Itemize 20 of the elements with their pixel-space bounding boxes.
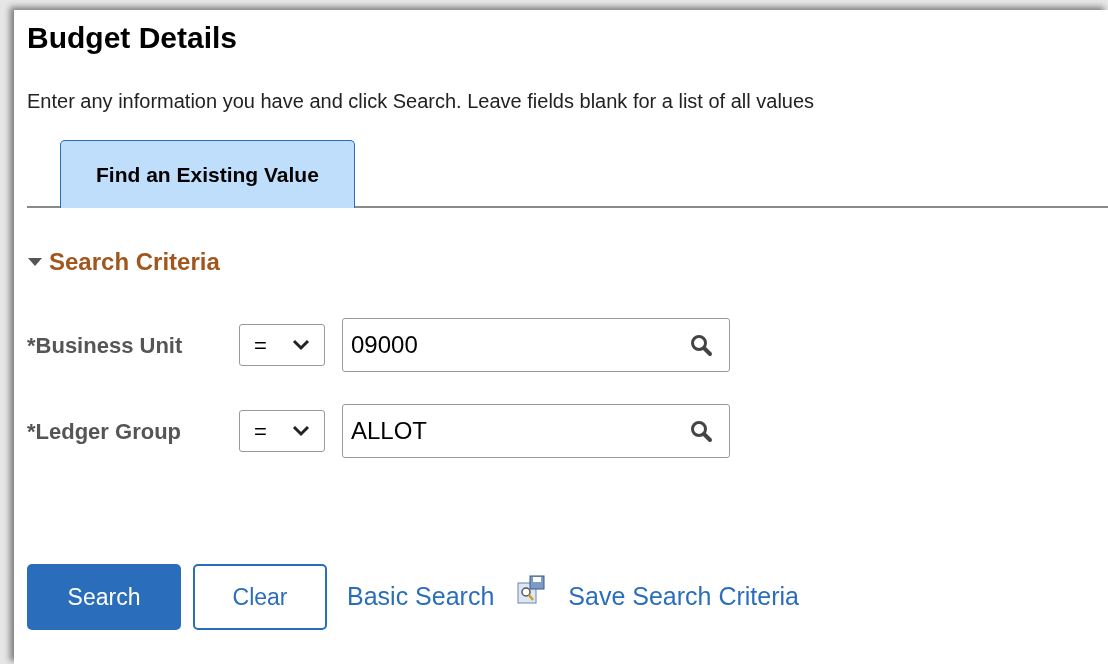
collapse-triangle-icon[interactable] bbox=[27, 256, 43, 268]
save-search-icon[interactable] bbox=[516, 575, 547, 605]
field-label: *Business Unit bbox=[27, 331, 184, 360]
search-icon[interactable] bbox=[689, 333, 713, 357]
clear-button[interactable]: Clear bbox=[193, 564, 327, 630]
chevron-down-icon bbox=[292, 425, 310, 437]
save-search-criteria-link[interactable]: Save Search Criteria bbox=[568, 578, 799, 616]
section-title[interactable]: Search Criteria bbox=[49, 248, 220, 276]
operator-dropdown[interactable]: = bbox=[239, 324, 325, 366]
lookup-field[interactable]: 09000 bbox=[342, 318, 730, 372]
search-icon[interactable] bbox=[689, 419, 713, 443]
tab[interactable]: Find an Existing Value bbox=[60, 140, 355, 208]
page-title: Budget Details bbox=[27, 20, 238, 56]
instructions: Enter any information you have and click Search. Leave fields blank for a list of all values bbox=[27, 89, 815, 114]
field-label: *Ledger Group bbox=[27, 417, 182, 446]
basic-search-link[interactable]: Basic Search bbox=[347, 578, 495, 616]
lookup-field[interactable]: ALLOT bbox=[342, 404, 730, 458]
search-button[interactable]: Search bbox=[27, 564, 181, 630]
operator-dropdown[interactable]: = bbox=[239, 410, 325, 452]
chevron-down-icon bbox=[292, 339, 310, 351]
